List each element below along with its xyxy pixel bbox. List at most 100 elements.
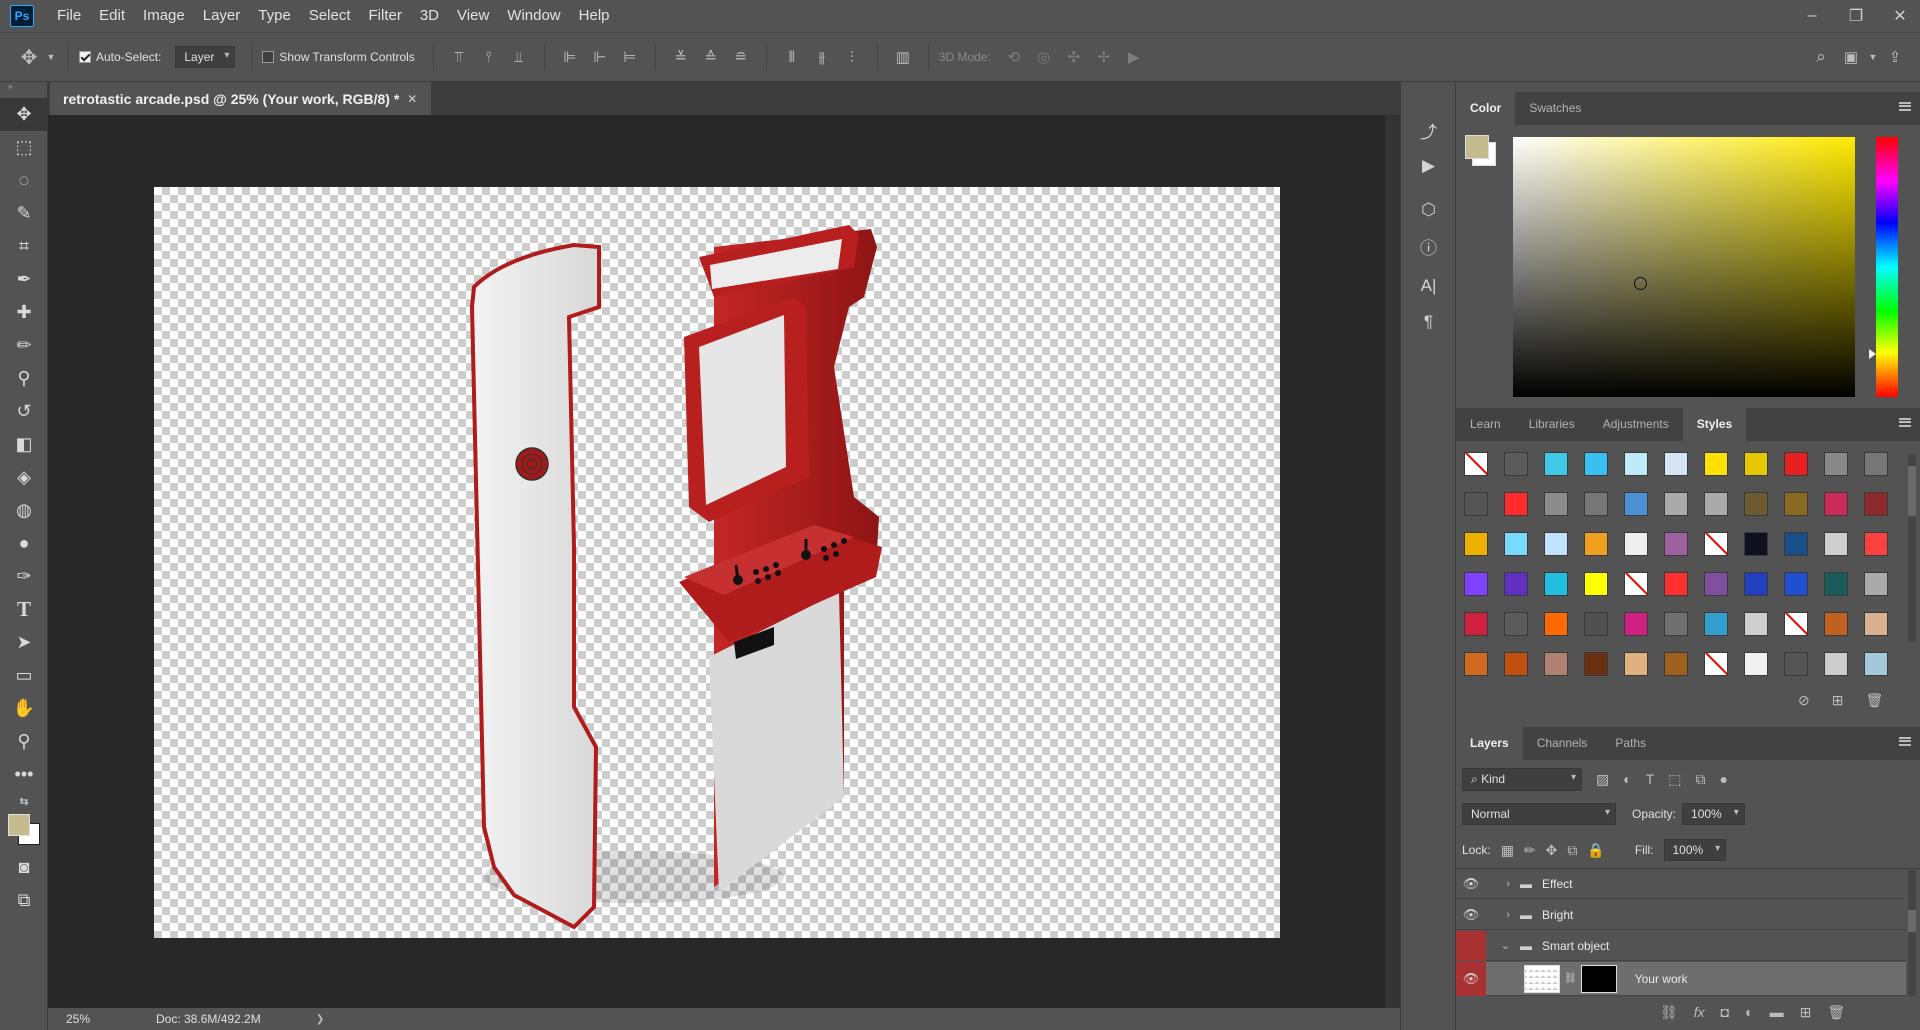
style-swatch[interactable]: [1784, 612, 1808, 636]
style-swatch[interactable]: [1624, 612, 1648, 636]
layer-row-your-work[interactable]: 👁 ⛓ Your work: [1456, 961, 1906, 996]
style-swatch[interactable]: [1504, 532, 1528, 556]
auto-select-dropdown[interactable]: Layer ▾: [175, 46, 236, 68]
filter-smart-object-icon[interactable]: ⧉: [1696, 771, 1706, 788]
fx-icon[interactable]: fx: [1694, 1004, 1705, 1021]
style-swatch[interactable]: [1824, 612, 1848, 636]
distribute-left-icon[interactable]: ⦀: [777, 49, 807, 66]
search-icon[interactable]: ⌕: [1806, 47, 1836, 67]
style-swatch[interactable]: [1704, 612, 1728, 636]
tab-styles[interactable]: Styles: [1682, 408, 1747, 441]
style-swatch[interactable]: [1664, 612, 1688, 636]
style-swatch[interactable]: [1504, 652, 1528, 676]
new-style-icon[interactable]: ⊞: [1832, 692, 1844, 709]
hue-slider-handle[interactable]: [1869, 349, 1876, 359]
lasso-tool-icon[interactable]: ◌: [0, 164, 48, 197]
style-swatch[interactable]: [1464, 652, 1488, 676]
delete-style-icon[interactable]: 🗑: [1865, 692, 1883, 709]
menu-window[interactable]: Window: [498, 0, 569, 32]
link-icon[interactable]: ⛓: [1564, 973, 1577, 984]
style-swatch[interactable]: [1544, 492, 1568, 516]
style-swatch[interactable]: [1464, 492, 1488, 516]
hue-slider[interactable]: [1876, 137, 1898, 397]
style-swatch[interactable]: [1664, 492, 1688, 516]
style-swatch[interactable]: [1864, 492, 1888, 516]
style-swatch[interactable]: [1744, 532, 1768, 556]
style-swatch[interactable]: [1464, 452, 1488, 476]
lock-pixels-icon[interactable]: ✏: [1524, 842, 1536, 859]
align-right-icon[interactable]: ⊨: [615, 48, 645, 66]
chevron-right-icon[interactable]: ›: [1486, 878, 1510, 890]
layer-thumbnail[interactable]: [1524, 964, 1560, 993]
style-swatch[interactable]: [1744, 652, 1768, 676]
document-tab[interactable]: retrotastic arcade.psd @ 25% (Your work,…: [50, 82, 432, 115]
3d-panel-icon[interactable]: ⬡: [1401, 192, 1456, 228]
visibility-eye-icon[interactable]: 👁: [1456, 876, 1486, 892]
style-swatch[interactable]: [1824, 452, 1848, 476]
style-swatch[interactable]: [1704, 532, 1728, 556]
quick-mask-icon[interactable]: ◙: [0, 851, 48, 884]
close-tab-icon[interactable]: ✕: [407, 92, 417, 106]
style-swatch[interactable]: [1504, 452, 1528, 476]
marquee-tool-icon[interactable]: ⬚: [0, 131, 48, 164]
align-hcenter-icon[interactable]: ⊩: [585, 48, 615, 66]
foreground-color-swatch[interactable]: [8, 814, 30, 836]
style-swatch[interactable]: [1784, 492, 1808, 516]
restore-button[interactable]: ❐: [1846, 6, 1866, 26]
style-swatch[interactable]: [1664, 652, 1688, 676]
status-menu-icon[interactable]: ❯: [316, 1014, 324, 1025]
lock-transparent-icon[interactable]: ▦: [1501, 842, 1514, 859]
history-panel-icon[interactable]: ⤴: [1401, 112, 1456, 148]
chevron-down-icon[interactable]: ⌄: [1486, 939, 1510, 952]
style-swatch[interactable]: [1704, 572, 1728, 596]
style-swatch[interactable]: [1584, 532, 1608, 556]
canvas-scrollbar[interactable]: [1385, 115, 1400, 1008]
color-field[interactable]: [1513, 137, 1855, 397]
path-select-tool-icon[interactable]: ➤: [0, 626, 48, 659]
hand-tool-icon[interactable]: ✋: [0, 692, 48, 725]
eyedropper-tool-icon[interactable]: ✒: [0, 263, 48, 296]
filter-adjustment-icon[interactable]: ◐: [1623, 771, 1631, 787]
crop-tool-icon[interactable]: ⌗: [0, 230, 48, 263]
menu-filter[interactable]: Filter: [360, 0, 411, 32]
style-swatch[interactable]: [1784, 652, 1808, 676]
kind-filter-dropdown[interactable]: ⌕ Kind ▾: [1462, 767, 1582, 791]
character-panel-icon[interactable]: A|: [1401, 268, 1456, 304]
style-swatch[interactable]: [1664, 532, 1688, 556]
align-top-icon[interactable]: ⫪: [444, 49, 474, 66]
close-button[interactable]: ✕: [1890, 6, 1910, 26]
style-swatch[interactable]: [1784, 532, 1808, 556]
style-swatch[interactable]: [1664, 452, 1688, 476]
style-swatch[interactable]: [1864, 572, 1888, 596]
distribute-top-icon[interactable]: ≚: [666, 48, 696, 66]
minimize-button[interactable]: –: [1802, 7, 1822, 25]
pen-tool-icon[interactable]: ✑: [0, 560, 48, 593]
style-swatch[interactable]: [1464, 532, 1488, 556]
panel-menu-icon[interactable]: [1899, 737, 1911, 746]
tab-paths[interactable]: Paths: [1601, 727, 1660, 760]
menu-file[interactable]: File: [48, 0, 90, 32]
tab-adjustments[interactable]: Adjustments: [1589, 408, 1683, 441]
style-swatch[interactable]: [1624, 532, 1648, 556]
align-left-icon[interactable]: ⊫: [555, 48, 585, 66]
style-swatch[interactable]: [1624, 452, 1648, 476]
style-swatch[interactable]: [1544, 532, 1568, 556]
align-vcenter-icon[interactable]: ⫯: [474, 49, 504, 66]
style-swatch[interactable]: [1504, 492, 1528, 516]
rectangle-tool-icon[interactable]: ▭: [0, 659, 48, 692]
collapse-icon[interactable]: »: [0, 82, 47, 92]
panel-menu-icon[interactable]: [1899, 102, 1911, 111]
style-swatch[interactable]: [1704, 652, 1728, 676]
zoom-tool-icon[interactable]: ⚲: [0, 725, 48, 758]
layer-row-smart-object[interactable]: ⌄ ▬ Smart object: [1456, 930, 1906, 961]
menu-3d[interactable]: 3D: [411, 0, 448, 32]
document-canvas[interactable]: [154, 187, 1280, 938]
style-swatch[interactable]: [1624, 492, 1648, 516]
layer-row-effect[interactable]: 👁 › ▬ Effect: [1456, 869, 1906, 899]
workspace-icon[interactable]: ▣: [1836, 48, 1866, 66]
style-swatch[interactable]: [1744, 612, 1768, 636]
paragraph-panel-icon[interactable]: ¶: [1401, 304, 1456, 340]
distribute-vcenter-icon[interactable]: ≙: [696, 48, 726, 66]
style-swatch[interactable]: [1584, 492, 1608, 516]
visibility-eye-icon[interactable]: 👁: [1456, 907, 1486, 923]
